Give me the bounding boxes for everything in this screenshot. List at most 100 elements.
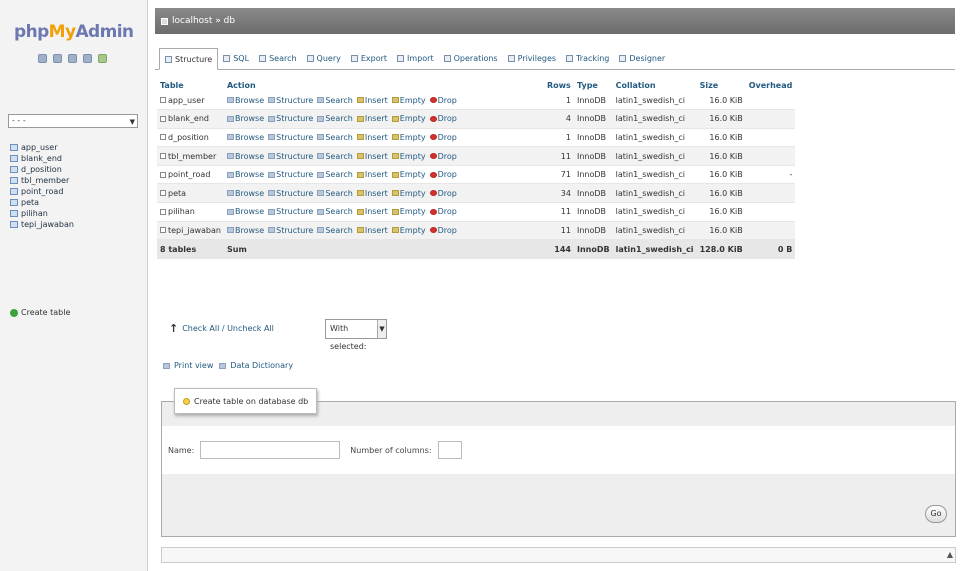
col-header-rows[interactable]: Rows	[544, 80, 574, 91]
sidebar-table-item[interactable]: app_user	[10, 142, 74, 153]
browse-link[interactable]: Browse	[226, 133, 264, 142]
size-cell[interactable]: 16.0 KiB	[696, 146, 746, 166]
tab-import[interactable]: Import	[392, 47, 439, 69]
sidebar-table-item[interactable]: point_road	[10, 186, 74, 197]
tab-structure[interactable]: Structure	[159, 48, 219, 70]
structure-link[interactable]: Structure	[268, 189, 313, 198]
insert-link[interactable]: Insert	[356, 207, 388, 216]
row-checkbox[interactable]	[160, 171, 166, 178]
create-table-link[interactable]: Create table	[10, 308, 70, 317]
go-button[interactable]: Go	[925, 505, 947, 523]
structure-link[interactable]: Structure	[268, 152, 313, 161]
empty-link[interactable]: Empty	[391, 170, 426, 179]
row-checkbox[interactable]	[160, 97, 166, 104]
col-header-overhead[interactable]: Overhead	[746, 80, 796, 91]
search-link[interactable]: Search	[317, 152, 353, 161]
table-name-link[interactable]: tbl_member	[168, 152, 216, 161]
with-selected-dropdown[interactable]: With selected: ▼	[325, 319, 387, 351]
empty-link[interactable]: Empty	[391, 189, 426, 198]
empty-link[interactable]: Empty	[391, 96, 426, 105]
tab-sql[interactable]: SQL	[218, 47, 254, 69]
drop-link[interactable]: Drop	[429, 207, 457, 216]
empty-link[interactable]: Empty	[391, 133, 426, 142]
insert-link[interactable]: Insert	[356, 170, 388, 179]
tab-designer[interactable]: Designer	[614, 47, 670, 69]
home-icon[interactable]	[38, 54, 47, 63]
column-count-input[interactable]	[437, 441, 462, 459]
size-cell[interactable]: 16.0 KiB	[696, 128, 746, 148]
structure-link[interactable]: Structure	[268, 226, 313, 235]
print-view-link[interactable]: Print view	[174, 361, 213, 370]
browse-link[interactable]: Browse	[226, 114, 264, 123]
row-checkbox[interactable]	[160, 190, 166, 197]
tab-query[interactable]: Query	[302, 47, 346, 69]
table-name-link[interactable]: peta	[168, 189, 186, 198]
phpmyadmin-logo[interactable]: phpMyAdmin	[14, 22, 134, 42]
search-link[interactable]: Search	[317, 170, 353, 179]
drop-link[interactable]: Drop	[429, 170, 457, 179]
insert-link[interactable]: Insert	[356, 152, 388, 161]
browse-link[interactable]: Browse	[226, 226, 264, 235]
col-header-type[interactable]: Type	[574, 80, 613, 91]
table-name-link[interactable]: d_position	[168, 133, 209, 142]
sidebar-table-item[interactable]: tbl_member	[10, 175, 74, 186]
row-checkbox[interactable]	[160, 153, 166, 160]
insert-link[interactable]: Insert	[356, 96, 388, 105]
empty-link[interactable]: Empty	[391, 152, 426, 161]
sidebar-table-item[interactable]: tepi_jawaban	[10, 219, 74, 230]
table-name-link[interactable]: blank_end	[168, 114, 209, 123]
size-cell[interactable]: 16.0 KiB	[696, 109, 746, 129]
drop-link[interactable]: Drop	[429, 133, 457, 142]
row-checkbox[interactable]	[160, 227, 166, 234]
browse-link[interactable]: Browse	[226, 96, 264, 105]
structure-link[interactable]: Structure	[268, 114, 313, 123]
table-name-link[interactable]: pilihan	[168, 207, 195, 216]
table-name-input[interactable]	[200, 441, 341, 459]
tab-operations[interactable]: Operations	[439, 47, 503, 69]
browse-link[interactable]: Browse	[226, 152, 264, 161]
sidebar-table-item[interactable]: d_position	[10, 164, 74, 175]
insert-link[interactable]: Insert	[356, 114, 388, 123]
check-all-link[interactable]: ↑ Check All / Uncheck All	[169, 322, 274, 335]
drop-link[interactable]: Drop	[429, 226, 457, 235]
tab-search[interactable]: Search	[254, 47, 301, 69]
database-select[interactable]: - - - ▼	[8, 114, 138, 128]
structure-link[interactable]: Structure	[268, 133, 313, 142]
empty-link[interactable]: Empty	[391, 207, 426, 216]
drop-link[interactable]: Drop	[429, 114, 457, 123]
insert-link[interactable]: Insert	[356, 226, 388, 235]
size-cell[interactable]: 16.0 KiB	[696, 221, 746, 241]
tab-tracking[interactable]: Tracking	[561, 47, 614, 69]
browse-link[interactable]: Browse	[226, 189, 264, 198]
row-checkbox[interactable]	[160, 115, 166, 122]
search-link[interactable]: Search	[317, 189, 353, 198]
search-link[interactable]: Search	[317, 133, 353, 142]
logout-icon[interactable]	[53, 54, 62, 63]
drop-link[interactable]: Drop	[429, 189, 457, 198]
table-name-link[interactable]: app_user	[168, 96, 205, 105]
tab-privileges[interactable]: Privileges	[503, 47, 561, 69]
size-cell[interactable]: 16.0 KiB	[696, 183, 746, 204]
data-dictionary-link[interactable]: Data Dictionary	[230, 361, 293, 370]
col-header-collation[interactable]: Collation	[613, 80, 697, 91]
structure-link[interactable]: Structure	[268, 96, 313, 105]
col-header-size[interactable]: Size	[697, 80, 746, 91]
insert-link[interactable]: Insert	[356, 133, 388, 142]
row-checkbox[interactable]	[160, 208, 166, 215]
breadcrumb[interactable]: localhost » db	[172, 16, 235, 26]
row-checkbox[interactable]	[160, 134, 166, 141]
sidebar-table-item[interactable]: peta	[10, 197, 74, 208]
table-name-link[interactable]: tepi_jawaban	[168, 226, 221, 235]
query-window-icon[interactable]	[83, 54, 92, 63]
col-header-table[interactable]: Table	[157, 80, 224, 91]
tab-export[interactable]: Export	[346, 47, 392, 69]
search-link[interactable]: Search	[317, 226, 353, 235]
browse-link[interactable]: Browse	[226, 170, 264, 179]
drop-link[interactable]: Drop	[429, 152, 457, 161]
docs-icon[interactable]	[68, 54, 77, 63]
browse-link[interactable]: Browse	[226, 207, 264, 216]
table-name-link[interactable]: point_road	[168, 170, 210, 179]
scroll-indicator-icon[interactable]: ▲	[947, 550, 953, 559]
size-cell[interactable]: 16.0 KiB	[696, 202, 746, 222]
drop-link[interactable]: Drop	[429, 96, 457, 105]
